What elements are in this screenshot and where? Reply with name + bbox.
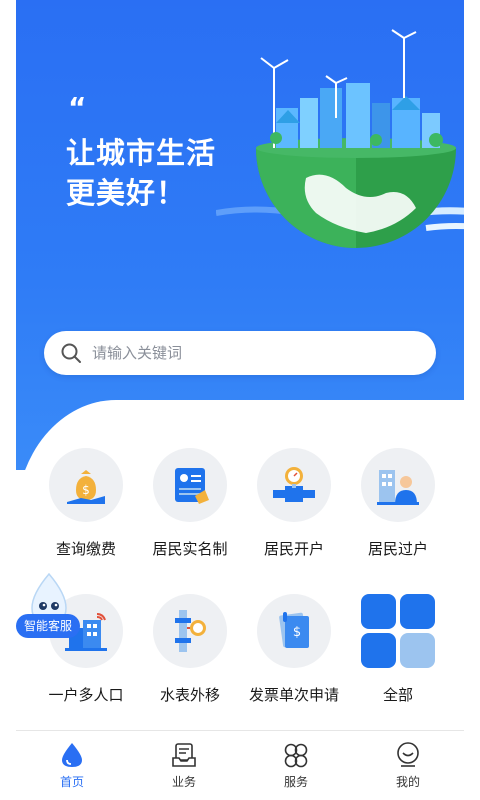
tab-label: 服务: [283, 775, 308, 789]
search-bar[interactable]: [44, 331, 436, 375]
clover-grid-icon: [284, 743, 308, 768]
service-icon-bg: [153, 594, 227, 668]
tab-service[interactable]: 服务: [240, 731, 352, 800]
bottom-tabbar: 首页 业务 服务 我的: [16, 731, 464, 800]
service-item-invoice[interactable]: $ 发票单次申请: [238, 594, 350, 705]
tab-mine[interactable]: 我的: [352, 731, 464, 800]
service-item-open-account[interactable]: 居民开户: [238, 448, 350, 559]
service-label: 居民开户: [263, 540, 324, 558]
tab-label: 业务: [171, 775, 196, 789]
document-tray-icon: [172, 743, 196, 767]
service-item-meter-relocate[interactable]: 水表外移: [134, 594, 246, 705]
service-label: 全部: [382, 686, 413, 704]
service-label: 居民实名制: [152, 540, 228, 558]
smart-customer-service-button[interactable]: 智能客服: [16, 614, 81, 638]
page-right-margin: [464, 0, 480, 800]
service-icon-bg: $: [257, 594, 331, 668]
hero-slogan-line2: 更美好！: [66, 176, 187, 210]
search-input[interactable]: [92, 344, 412, 362]
service-icon-bg: $: [49, 448, 123, 522]
id-document-icon: [175, 468, 209, 504]
invoice-icon: $: [279, 612, 309, 648]
building-person-icon: [377, 470, 419, 505]
service-item-realname[interactable]: 居民实名制: [134, 448, 246, 559]
money-bag-icon: $: [67, 470, 105, 504]
service-item-transfer[interactable]: 居民过户: [342, 448, 454, 559]
water-pipe-icon: [273, 467, 315, 502]
service-label: 查询缴费: [55, 540, 116, 558]
hero-slogan-line1: 让城市生活: [66, 136, 217, 170]
svg-text:$: $: [293, 625, 301, 640]
service-icon-bg: [361, 448, 435, 522]
user-face-icon: [397, 742, 419, 767]
service-icon-bg: [153, 448, 227, 522]
service-label: 居民过户: [367, 540, 428, 558]
page-left-margin: [0, 0, 16, 800]
water-drop-icon: [62, 743, 82, 767]
grid-all-icon: [361, 594, 435, 668]
service-icon-bg: [257, 448, 331, 522]
tab-home[interactable]: 首页: [16, 731, 128, 800]
service-label: 一户多人口: [48, 686, 124, 704]
service-item-all[interactable]: 全部: [342, 594, 454, 705]
tab-label: 我的: [395, 775, 420, 789]
service-label: 水表外移: [159, 686, 220, 704]
service-label: 发票单次申请: [248, 686, 339, 704]
search-icon: [61, 343, 81, 363]
service-item-query-payment[interactable]: $ 查询缴费: [30, 448, 142, 559]
hero-banner: “ 让城市生活 更美好！: [16, 0, 464, 470]
svg-text:$: $: [82, 483, 90, 497]
city-globe-illustration: [216, 29, 464, 248]
water-meter-icon: [175, 610, 206, 652]
tab-business[interactable]: 业务: [128, 731, 240, 800]
tab-label: 首页: [59, 775, 84, 789]
quote-mark: “: [68, 91, 87, 124]
